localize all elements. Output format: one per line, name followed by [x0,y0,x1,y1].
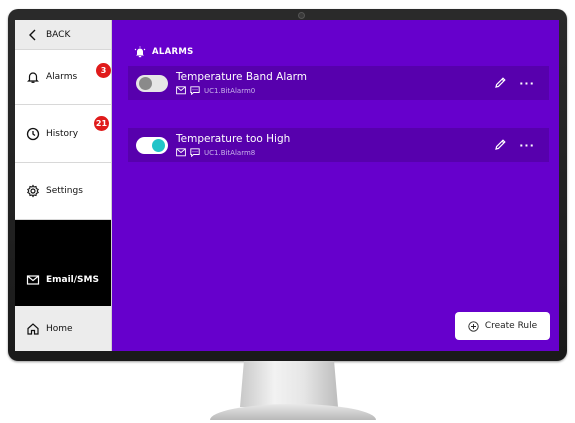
mail-icon [176,148,186,157]
page-title: ALARMS [152,47,194,57]
alarm-title: Temperature too High [176,133,291,145]
screen: BACK Alarms 3 History 21 Settings Email/… [15,20,559,351]
history-count-badge: 21 [94,116,109,131]
alarm-title: Temperature Band Alarm [176,71,308,83]
sidebar-item-label: History [46,128,79,139]
ellipsis-icon: ··· [519,76,535,90]
alarm-card: Temperature Band Alarm UC1.BitAlarm0 ··· [128,66,549,100]
sidebar-item-settings[interactable]: Settings [15,163,111,220]
sidebar-item-label: Alarms [46,72,78,82]
toggle-knob [152,139,165,152]
pencil-icon [494,74,507,93]
sidebar-item-label: Home [46,323,73,334]
sidebar: BACK Alarms 3 History 21 Settings Email/… [15,20,112,351]
sidebar-spacer [15,220,111,254]
mail-icon [176,86,186,95]
alarm-toggle[interactable] [136,75,168,92]
monitor-stand [240,361,338,407]
back-button[interactable]: BACK [15,20,111,50]
home-icon [26,322,40,336]
monitor-frame: BACK Alarms 3 History 21 Settings Email/… [8,9,567,361]
alarm-tag: UC1.BitAlarm0 [204,86,256,95]
gear-icon [26,184,40,198]
alarm-tag: UC1.BitAlarm8 [204,148,256,157]
sms-icon [190,148,200,157]
sidebar-item-history[interactable]: History 21 [15,105,111,163]
alarm-subline: UC1.BitAlarm8 [176,148,255,157]
alarm-subline: UC1.BitAlarm0 [176,86,255,95]
ellipsis-icon: ··· [519,138,535,152]
main-panel: ALARMS Temperature Band Alarm UC1.BitAla… [112,20,559,351]
toggle-knob [139,77,152,90]
camera-dot [298,12,305,19]
mail-icon [26,273,40,287]
sidebar-item-alarms[interactable]: Alarms 3 [15,50,111,105]
monitor-base [210,404,376,420]
edit-button[interactable] [493,138,507,152]
page-header: ALARMS [134,46,194,58]
chevron-left-icon [26,28,40,42]
alarm-card: Temperature too High UC1.BitAlarm8 ··· [128,128,549,162]
sidebar-item-email-sms[interactable]: Email/SMS [15,254,111,306]
plus-circle-icon [468,320,479,332]
more-options-button[interactable]: ··· [519,138,535,152]
alarm-count-badge: 3 [96,63,111,78]
create-rule-button[interactable]: Create Rule [455,312,550,340]
more-options-button[interactable]: ··· [519,76,535,90]
edit-button[interactable] [493,76,507,90]
alarm-toggle[interactable] [136,137,168,154]
create-rule-label: Create Rule [484,321,538,331]
sms-icon [190,86,200,95]
sidebar-item-home[interactable]: Home [15,306,111,351]
bell-icon [26,70,40,84]
sidebar-item-label: Email/SMS [46,275,99,285]
sidebar-item-label: Settings [46,186,83,196]
clock-icon [26,127,40,141]
back-label: BACK [46,29,71,40]
pencil-icon [494,136,507,155]
alarm-bell-icon [134,46,146,58]
